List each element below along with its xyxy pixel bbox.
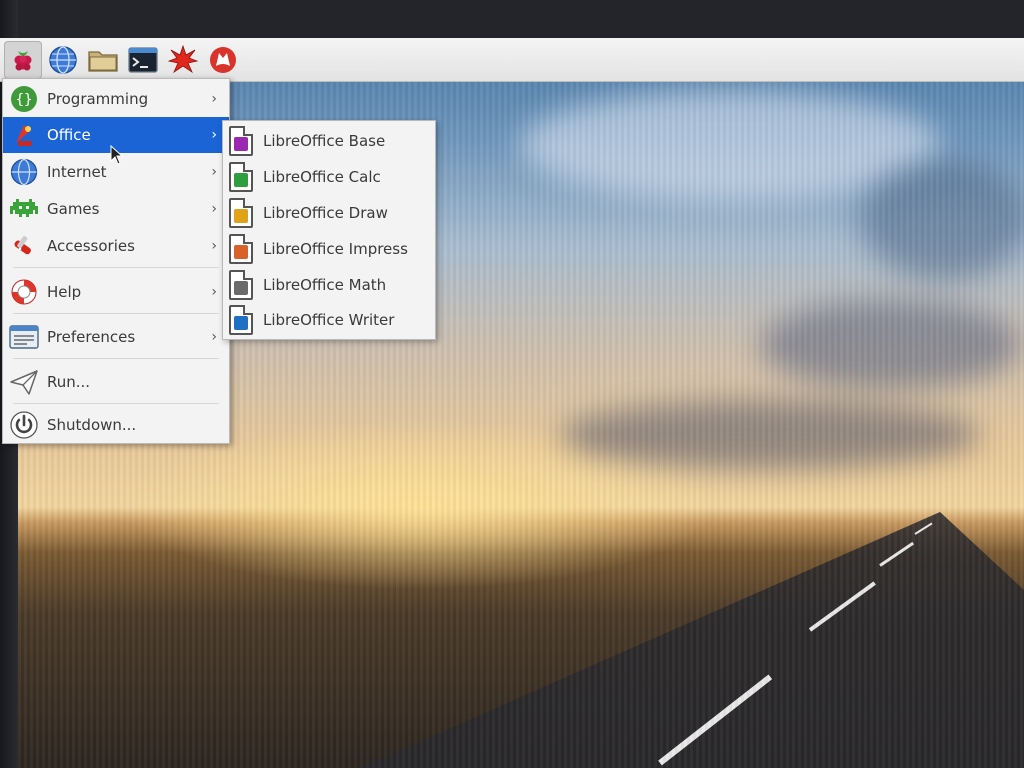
knife-icon: [9, 231, 39, 261]
submenu-item-label: LibreOffice Writer: [263, 310, 395, 329]
menu-separator: [13, 267, 219, 268]
submenu-item-libreoffice-draw[interactable]: LibreOffice Draw: [223, 195, 435, 230]
raspberry-icon: [14, 50, 32, 70]
submenu-item-libreoffice-writer[interactable]: LibreOffice Writer: [223, 302, 435, 337]
submenu-item-label: LibreOffice Calc: [263, 167, 381, 186]
menu-item-programming[interactable]: {} Programming ›: [3, 81, 229, 117]
menu-item-games[interactable]: Games ›: [3, 191, 229, 227]
menu-separator: [13, 313, 219, 314]
folder-icon: [88, 50, 118, 72]
svg-text:{}: {}: [16, 92, 33, 108]
submenu-item-label: LibreOffice Draw: [263, 203, 388, 222]
file-manager-button[interactable]: [84, 41, 122, 79]
menu-separator: [13, 358, 219, 359]
menu-item-run[interactable]: Run...: [3, 364, 229, 400]
starburst-icon: [168, 44, 198, 73]
submenu-item-label: LibreOffice Math: [263, 275, 387, 294]
paper-plane-icon: [9, 367, 39, 397]
application-menu: {} Programming › Office › Internet › Gam…: [2, 78, 230, 444]
submenu-arrow-icon: ›: [211, 238, 217, 254]
programming-icon: {}: [9, 84, 39, 114]
menu-item-label: Office: [47, 126, 91, 144]
menu-item-label: Preferences: [47, 328, 136, 346]
submenu-item-libreoffice-impress[interactable]: LibreOffice Impress: [223, 231, 435, 266]
submenu-arrow-icon: ›: [211, 329, 217, 345]
globe-icon: [49, 45, 77, 74]
taskbar: [0, 38, 1024, 82]
libreoffice-draw-icon: [229, 197, 253, 228]
submenu-item-label: LibreOffice Base: [263, 131, 386, 150]
wolfram-button[interactable]: [204, 41, 242, 79]
menu-item-help[interactable]: Help ›: [3, 274, 229, 310]
menu-item-accessories[interactable]: Accessories ›: [3, 228, 229, 264]
submenu-item-libreoffice-calc[interactable]: LibreOffice Calc: [223, 159, 435, 194]
submenu-arrow-icon: ›: [211, 201, 217, 217]
libreoffice-math-icon: [229, 269, 253, 300]
invader-icon: [9, 194, 39, 224]
submenu-arrow-icon: ›: [211, 91, 217, 107]
lifebuoy-icon: [9, 277, 39, 307]
office-icon: [9, 120, 39, 150]
menu-separator: [13, 403, 219, 404]
menu-item-preferences[interactable]: Preferences ›: [3, 319, 229, 355]
terminal-icon: [128, 46, 158, 73]
menu-item-label: Games: [47, 200, 100, 218]
power-icon: [9, 410, 39, 440]
raspberry-menu-button[interactable]: [4, 40, 42, 79]
submenu-item-label: LibreOffice Impress: [263, 239, 408, 258]
menu-item-label: Accessories: [47, 237, 135, 255]
libreoffice-calc-icon: [229, 161, 253, 192]
wolf-icon: [210, 46, 236, 73]
web-browser-button[interactable]: [44, 41, 82, 79]
libreoffice-impress-icon: [229, 233, 253, 264]
menu-item-label: Programming: [47, 90, 149, 108]
submenu-item-libreoffice-math[interactable]: LibreOffice Math: [223, 267, 435, 302]
libreoffice-base-icon: [229, 125, 253, 156]
preferences-icon: [9, 322, 39, 352]
submenu-arrow-icon: ›: [211, 284, 217, 300]
mouse-cursor-icon: [110, 145, 124, 165]
menu-item-label: Run...: [47, 373, 91, 391]
terminal-button[interactable]: [124, 41, 162, 79]
libreoffice-writer-icon: [229, 304, 253, 335]
menu-item-label: Internet: [47, 163, 107, 181]
menu-item-label: Help: [47, 283, 82, 301]
globe-icon: [9, 157, 39, 187]
office-submenu: LibreOffice Base LibreOffice Calc LibreO…: [222, 120, 436, 340]
menu-item-shutdown[interactable]: Shutdown...: [3, 407, 229, 443]
submenu-item-libreoffice-base[interactable]: LibreOffice Base: [223, 123, 435, 158]
submenu-arrow-icon: ›: [211, 164, 217, 180]
math-kernel-button[interactable]: [164, 41, 202, 79]
monitor-bezel-top: [0, 0, 1024, 40]
submenu-arrow-icon: ›: [211, 127, 217, 143]
menu-item-label: Shutdown...: [47, 416, 137, 434]
